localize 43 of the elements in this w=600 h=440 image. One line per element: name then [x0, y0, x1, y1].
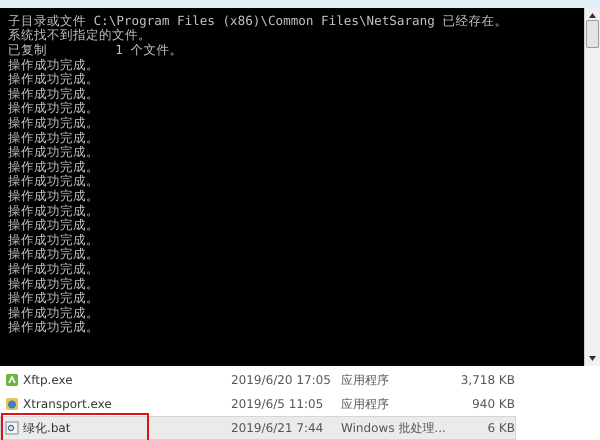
file-name: Xftp.exe — [23, 373, 73, 387]
file-type: Windows 批处理... — [341, 420, 447, 436]
file-row[interactable]: 绿化.bat 2019/6/21 7:44 Windows 批处理... 6 KB — [0, 416, 516, 440]
console-line: 操作成功完成。 — [8, 320, 100, 335]
file-row[interactable]: Xtransport.exe 2019/6/5 11:05 应用程序 940 KB — [0, 392, 516, 416]
console-line: 操作成功完成。 — [8, 72, 100, 87]
file-type: 应用程序 — [341, 396, 390, 412]
file-date: 2019/6/20 17:05 — [231, 373, 332, 387]
console-line: 操作成功完成。 — [8, 232, 100, 248]
console-line: 操作成功完成。 — [8, 145, 100, 160]
file-name: Xtransport.exe — [23, 397, 112, 411]
console-line: 操作成功完成。 — [8, 247, 100, 262]
console-line: 系统找不到指定的文件。 — [8, 28, 151, 44]
file-size: 3,718 KB — [460, 373, 515, 387]
file-date: 2019/6/21 7:44 — [231, 421, 324, 435]
console-line: 已复制 1 个文件。 — [8, 43, 184, 58]
console-line: 操作成功完成。 — [8, 291, 100, 306]
file-date: 2019/6/5 11:05 — [231, 397, 324, 411]
scrollbar[interactable] — [584, 8, 600, 366]
file-name: 绿化.bat — [23, 420, 70, 436]
console-line: 操作成功完成。 — [8, 174, 100, 189]
scroll-thumb[interactable] — [586, 20, 599, 48]
console-line: 操作成功完成。 — [8, 86, 100, 102]
console-line: 操作成功完成。 — [8, 116, 100, 131]
file-size: 940 KB — [471, 397, 515, 411]
globe-icon — [5, 397, 19, 411]
file-type: 应用程序 — [341, 372, 390, 388]
file-row[interactable]: Xftp.exe 2019/6/20 17:05 应用程序 3,718 KB — [0, 368, 516, 392]
console-line: 子目录或文件 C:\Program Files (x86)\Common Files\NetSarang 已经存在。 — [8, 14, 508, 28]
console-line: 操作成功完成。 — [8, 204, 100, 218]
console-line: 操作成功完成。 — [8, 218, 100, 233]
console-line: 操作成功完成。 — [8, 189, 100, 204]
console-line: 操作成功完成。 — [8, 58, 100, 72]
console-line: 操作成功完成。 — [8, 276, 100, 292]
up-arrow-icon[interactable] — [589, 12, 596, 18]
console-line: 操作成功完成。 — [8, 262, 100, 277]
console-line: 操作成功完成。 — [8, 306, 100, 320]
file-size: 6 KB — [486, 421, 515, 435]
console-line: 操作成功完成。 — [8, 160, 100, 174]
console-line: 操作成功完成。 — [8, 130, 100, 146]
console-line: 操作成功完成。 — [8, 101, 100, 116]
down-arrow-icon[interactable] — [589, 356, 596, 361]
app-icon — [5, 373, 19, 387]
